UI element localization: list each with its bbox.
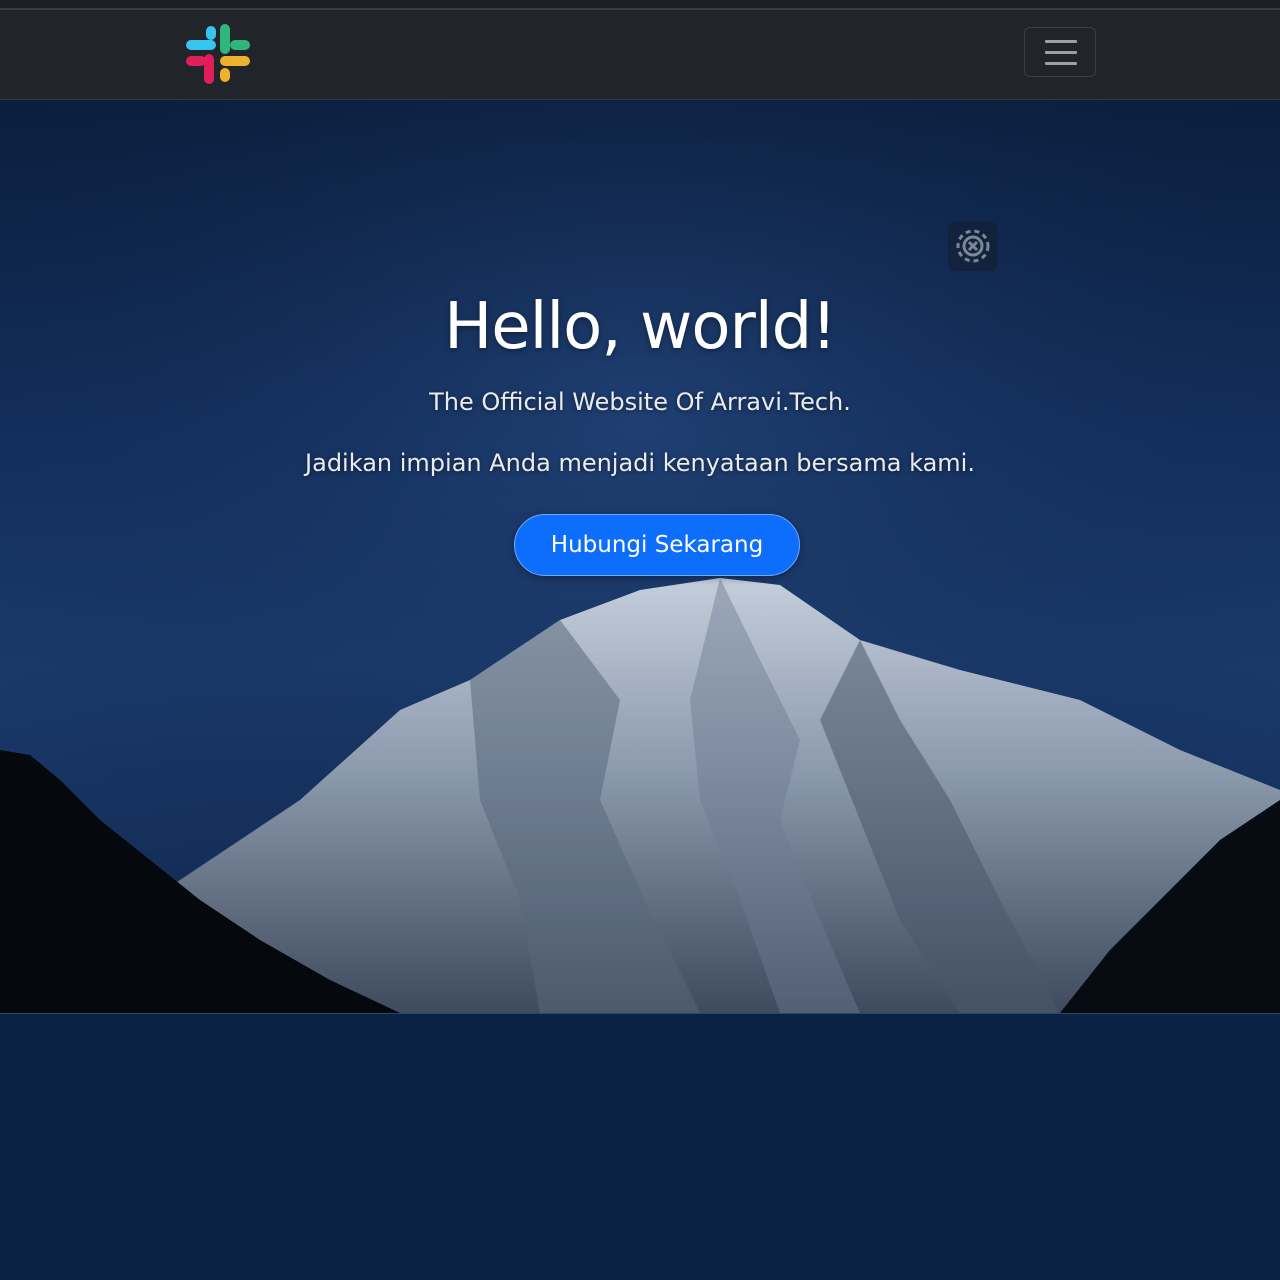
hero-tagline: Jadikan impian Anda menjadi kenyataan be… xyxy=(305,449,975,477)
hero-subtitle: The Official Website Of Arravi.Tech. xyxy=(429,388,851,416)
navbar xyxy=(0,10,1280,100)
settings-button[interactable] xyxy=(948,221,998,271)
slack-logo-icon xyxy=(186,24,250,84)
contact-now-button[interactable]: Hubungi Sekarang xyxy=(514,514,800,576)
hero-title: Hello, world! xyxy=(444,290,837,364)
navbar-toggler-button[interactable] xyxy=(1024,27,1096,77)
browser-top-edge xyxy=(0,0,1280,10)
gear-icon xyxy=(956,229,990,263)
brand-logo[interactable] xyxy=(184,24,252,84)
hero-content: Hello, world! The Official Website Of Ar… xyxy=(0,100,1280,1013)
hero-section: Hello, world! The Official Website Of Ar… xyxy=(0,100,1280,1013)
lower-section xyxy=(0,1013,1280,1280)
